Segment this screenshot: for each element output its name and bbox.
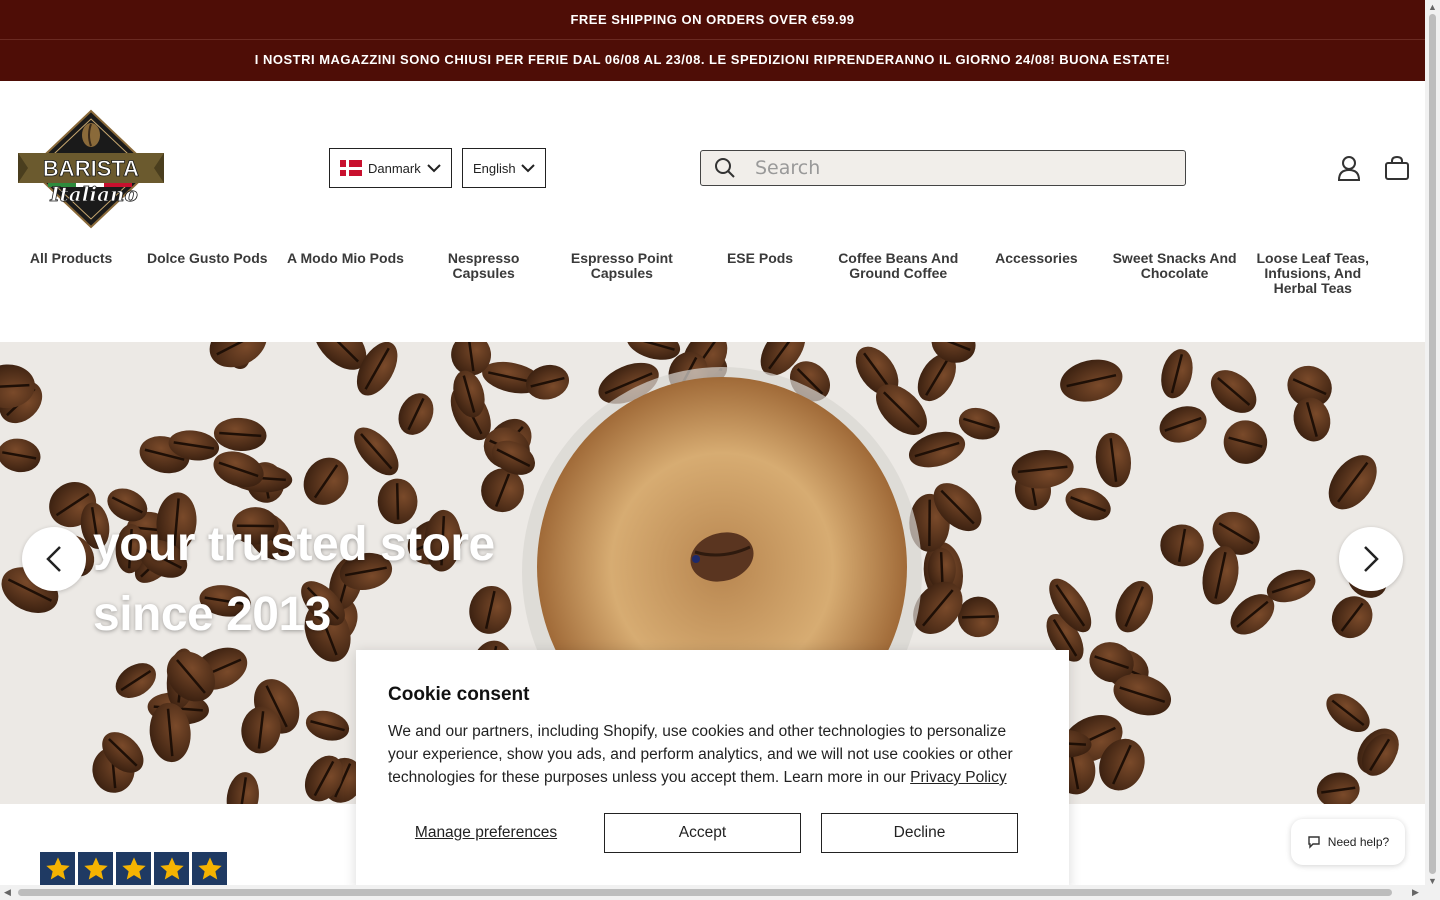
main-nav: All Products Dolce Gusto Pods A Modo Mio… [0, 249, 1425, 298]
slider-prev-button[interactable] [22, 527, 86, 591]
cookie-title: Cookie consent [388, 684, 530, 705]
star-icon [116, 852, 151, 885]
nav-item-espresso-point[interactable]: Espresso Point Capsules [553, 249, 691, 298]
privacy-policy-link[interactable]: Privacy Policy [910, 769, 1006, 786]
star-icon [154, 852, 189, 885]
shipping-announcement: FREE SHIPPING ON ORDERS OVER €59.99 [0, 0, 1425, 40]
site-header: BARISTA Italiano Danmark English Search … [0, 81, 1425, 341]
scroll-down-icon[interactable]: ▼ [1428, 876, 1437, 886]
chevron-down-icon [427, 161, 441, 175]
horizontal-scroll-thumb[interactable] [18, 889, 1392, 896]
denmark-flag-icon [340, 160, 362, 176]
nav-item-all-products[interactable]: All Products [0, 249, 138, 298]
bag-icon [1385, 155, 1409, 180]
nav-item-ese-pods[interactable]: ESE Pods [691, 249, 829, 298]
nav-item-a-modo-mio[interactable]: A Modo Mio Pods [276, 249, 414, 298]
holiday-announcement: I NOSTRI MAGAZZINI SONO CHIUSI PER FERIE… [0, 40, 1425, 81]
svg-text:Italiano: Italiano [49, 182, 138, 206]
logo[interactable]: BARISTA Italiano [16, 109, 166, 229]
nav-item-dolce-gusto[interactable]: Dolce Gusto Pods [138, 249, 276, 298]
scroll-right-icon[interactable]: ▶ [1412, 887, 1419, 898]
scroll-left-icon[interactable]: ◀ [4, 887, 11, 898]
search-box[interactable] [700, 150, 1186, 186]
account-button[interactable] [1334, 153, 1364, 183]
country-label: Danmark [368, 160, 421, 176]
decline-button[interactable]: Decline [821, 813, 1018, 853]
language-label: English [473, 160, 516, 176]
nav-item-accessories[interactable]: Accessories [967, 249, 1105, 298]
vertical-scroll-thumb[interactable] [1429, 14, 1436, 874]
country-selector[interactable]: Danmark [329, 148, 452, 188]
user-icon [1337, 156, 1361, 181]
vertical-scrollbar[interactable]: ▲ ▼ [1425, 0, 1440, 900]
cookie-body: We and our partners, including Shopify, … [388, 720, 1028, 789]
star-icon [192, 852, 227, 885]
nav-item-coffee-beans[interactable]: Coffee Beans And Ground Coffee [829, 249, 967, 298]
horizontal-scrollbar[interactable]: ◀ ▶ [0, 885, 1425, 900]
hero-heading: your trusted store since 2013 [93, 510, 495, 650]
nav-item-teas[interactable]: Loose Leaf Teas, Infusions, And Herbal T… [1244, 249, 1382, 298]
search-input[interactable] [741, 157, 1141, 179]
star-icon [40, 852, 75, 885]
help-label: Need help? [1327, 835, 1390, 849]
manage-preferences-link[interactable]: Manage preferences [388, 824, 584, 842]
star-icon [78, 852, 113, 885]
hero-line-2: since 2013 [93, 588, 331, 641]
scroll-up-icon[interactable]: ▲ [1428, 2, 1437, 12]
page: FREE SHIPPING ON ORDERS OVER €59.99 I NO… [0, 0, 1425, 900]
svg-text:BARISTA: BARISTA [43, 156, 139, 181]
chat-bubble-icon [1308, 836, 1320, 849]
accept-button[interactable]: Accept [604, 813, 801, 853]
cookie-actions: Manage preferences Accept Decline [388, 813, 1038, 853]
chevron-left-icon [46, 546, 61, 572]
nav-item-nespresso[interactable]: Nespresso Capsules [415, 249, 553, 298]
chevron-down-icon [521, 161, 535, 175]
search-icon[interactable] [701, 157, 741, 179]
help-chat-button[interactable]: Need help? [1291, 819, 1405, 865]
rating-stars [40, 852, 227, 885]
cart-button[interactable] [1382, 153, 1412, 183]
hero-line-1: your trusted store [93, 518, 495, 571]
cookie-consent-dialog: Cookie consent We and our partners, incl… [356, 650, 1069, 890]
chevron-right-icon [1364, 546, 1379, 572]
nav-item-sweet-snacks[interactable]: Sweet Snacks And Chocolate [1106, 249, 1244, 298]
language-selector[interactable]: English [462, 148, 546, 188]
slider-next-button[interactable] [1339, 527, 1403, 591]
